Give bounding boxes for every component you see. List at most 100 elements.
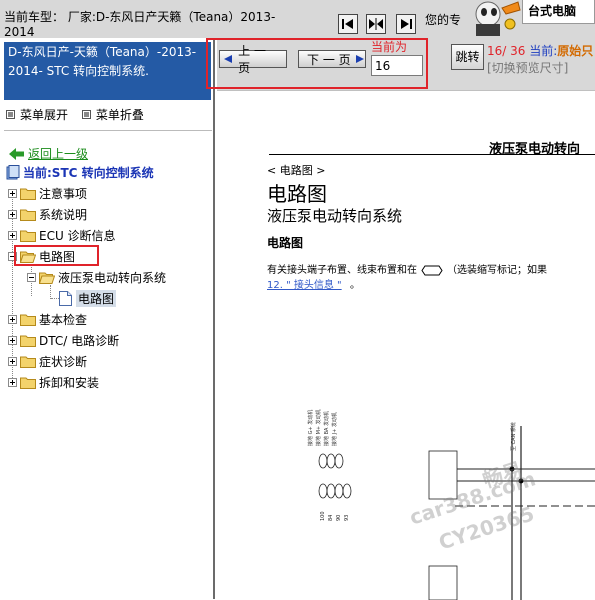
current-prefix: 当前: xyxy=(529,44,558,58)
doc-heading: 电路图 xyxy=(267,182,327,206)
page-number-input[interactable] xyxy=(371,55,423,76)
page-count: 16/ 36 当前:原始只 xyxy=(487,42,593,59)
tree-item-symptom[interactable]: 症状诊断 xyxy=(8,352,87,370)
para-before: 有关接头端子布置、线束布置和在 xyxy=(267,265,417,276)
folder-icon xyxy=(20,335,36,347)
collapse-icon xyxy=(81,110,91,119)
tree-item-notes[interactable]: 注意事项 xyxy=(8,184,87,202)
tree-item-label: 症状诊断 xyxy=(39,354,88,369)
sidebar-divider xyxy=(4,130,212,131)
prev-arrow-icon xyxy=(224,55,232,63)
expand-toggle-icon[interactable] xyxy=(8,314,17,324)
back-arrow-icon xyxy=(9,147,24,160)
tree-guide xyxy=(50,285,51,299)
tree-guide xyxy=(51,298,59,299)
step-left-icon xyxy=(342,19,353,29)
tree-item-label: 基本检查 xyxy=(39,312,88,327)
svg-text:接地 BA 发动机: 接地 BA 发动机 xyxy=(323,411,330,446)
svg-text:接地 J+ 发动机: 接地 J+ 发动机 xyxy=(331,412,338,446)
folder-icon xyxy=(20,314,36,326)
folder-icon xyxy=(20,209,36,221)
collapse-toggle-icon[interactable] xyxy=(8,251,17,261)
current-page-label: 当前为 xyxy=(371,40,408,54)
para-after: （选装缩写标记；如果 xyxy=(447,265,547,276)
split-arrows-icon xyxy=(369,18,383,30)
tree-item-label: 系统说明 xyxy=(39,207,88,222)
doc-breadcrumb: < 电路图 > xyxy=(267,164,326,177)
tree-item-system-desc[interactable]: 系统说明 xyxy=(8,205,87,223)
collapse-label: 菜单折叠 xyxy=(95,108,144,122)
tree-item-dtc[interactable]: DTC/ 电路诊断 xyxy=(8,331,119,349)
sidebar: D-东风日产-天籁（Teana）-2013-2014- STC 转向控制系统. … xyxy=(0,38,215,599)
doc-paragraph: 有关接头端子布置、线束布置和在 （选装缩写标记；如果 xyxy=(267,261,547,276)
expand-toggle-icon[interactable] xyxy=(8,209,17,219)
tree-item-wiring-diagram[interactable]: 电路图 xyxy=(59,289,117,307)
svg-text:90: 90 xyxy=(336,515,342,521)
hexagon-icon xyxy=(421,265,443,275)
svg-text:100: 100 xyxy=(320,511,326,521)
expand-toggle-icon[interactable] xyxy=(8,356,17,366)
svg-text:93: 93 xyxy=(344,515,350,521)
svg-text:接地 M+ 发动机: 接地 M+ 发动机 xyxy=(315,409,322,446)
svg-text:84: 84 xyxy=(328,515,334,521)
tree-item-label: 拆卸和安装 xyxy=(39,375,100,390)
next-page-button[interactable]: 下 一 页 xyxy=(298,50,366,68)
folder-icon xyxy=(20,356,36,368)
svg-text:接地 G+ 发动机: 接地 G+ 发动机 xyxy=(307,410,314,446)
connector-info-link[interactable]: 12. " 接头信息 " xyxy=(267,276,342,291)
menu-toggles: 菜单展开 菜单折叠 xyxy=(6,106,154,123)
collapse-menu-button[interactable]: 菜单折叠 xyxy=(81,106,144,123)
expand-toggle-icon[interactable] xyxy=(8,335,17,345)
current-name: 原始只 xyxy=(557,44,594,58)
ad-banner[interactable]: 台式电脑 xyxy=(522,0,595,24)
expand-toggle-icon[interactable] xyxy=(8,188,17,198)
folder-icon xyxy=(20,377,36,389)
document-icon xyxy=(59,290,72,306)
link-tail: 。 xyxy=(350,280,360,291)
last-page-button[interactable] xyxy=(396,14,416,34)
expand-toggle-icon[interactable] xyxy=(8,377,17,387)
expand-label: 菜单展开 xyxy=(20,108,69,122)
toggle-frame-button[interactable] xyxy=(366,14,386,34)
next-arrow-icon xyxy=(355,55,364,63)
page-count-value: 16/ 36 xyxy=(487,44,526,58)
nav-label: 您的专 xyxy=(425,13,462,27)
tree-item-hydraulic-steering[interactable]: 液压泵电动转向系统 xyxy=(27,268,166,286)
doc-rule xyxy=(269,154,595,155)
wiring-diagram: 接地 G+ 发动机 接地 M+ 发动机 接地 BA 发动机 接地 J+ 发动机 … xyxy=(307,409,595,600)
tree-item-basic-check[interactable]: 基本检查 xyxy=(8,310,87,328)
tree-item-label: ECU 诊断信息 xyxy=(39,228,116,243)
prev-page-button[interactable]: 上 一 页 xyxy=(219,44,287,75)
tree-item-label: DTC/ 电路诊断 xyxy=(39,333,120,348)
tree-item-label: 液压泵电动转向系统 xyxy=(58,270,167,285)
expand-icon xyxy=(6,110,15,119)
step-right-icon xyxy=(401,19,412,29)
document-pane: 液压泵电动转向 < 电路图 > 电路图 液压泵电动转向系统 电路图 有关接头端子… xyxy=(217,90,595,600)
back-link[interactable]: 返回上一级 xyxy=(9,145,88,162)
first-page-button[interactable] xyxy=(338,14,358,34)
sidebar-title: D-东风日产-天籁（Teana）-2013-2014- STC 转向控制系统. xyxy=(4,42,211,100)
expand-toggle-icon[interactable] xyxy=(8,230,17,240)
folder-icon xyxy=(20,188,36,200)
jump-button[interactable]: 跳转 xyxy=(451,44,484,70)
svg-text:至 CAN 系统: 至 CAN 系统 xyxy=(510,422,517,451)
collapse-toggle-icon[interactable] xyxy=(27,272,36,282)
tree-item-ecu-diag[interactable]: ECU 诊断信息 xyxy=(8,226,116,244)
prev-label: 上 一 页 xyxy=(238,44,266,75)
current-system-label: 当前:STC 转向控制系统 xyxy=(23,166,154,180)
open-folder-icon xyxy=(20,251,36,263)
tree-item-label: 注意事项 xyxy=(39,186,88,201)
top-bar: 当前车型： 厂家:D-东风日产天籁（Teana）2013-2014 您的专 台式… xyxy=(0,0,595,39)
doc-subheading: 液压泵电动转向系统 xyxy=(267,207,403,225)
preview-size-toggle[interactable]: [切换预览尺寸] xyxy=(487,59,568,76)
tree-item-label: 电路图 xyxy=(76,289,117,307)
back-label: 返回上一级 xyxy=(28,147,89,161)
next-label: 下 一 页 xyxy=(307,52,351,67)
tree-item-label: 电路图 xyxy=(39,249,76,264)
expand-menu-button[interactable]: 菜单展开 xyxy=(6,106,68,123)
folder-icon xyxy=(20,230,36,242)
tree-item-wiring[interactable]: 电路图 xyxy=(8,247,75,265)
tree-item-removal[interactable]: 拆卸和安装 xyxy=(8,373,99,391)
open-folder-icon xyxy=(39,272,55,284)
document-stack-icon xyxy=(6,165,20,180)
